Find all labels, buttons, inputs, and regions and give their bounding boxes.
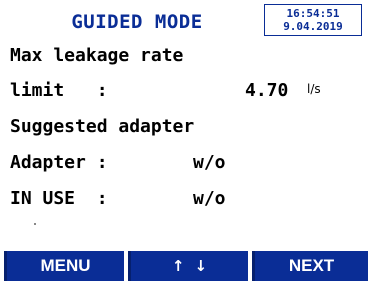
menu-softkey[interactable]: MENU [4,251,124,281]
next-softkey-label: NEXT [288,256,335,275]
in-use-label: IN USE : [10,188,108,209]
clock-date: 9.04.2019 [283,20,343,33]
arrow-up-icon: ↑ [171,257,185,275]
mode-title: GUIDED MODE [71,11,203,33]
limit-label: limit : [10,80,108,101]
next-softkey[interactable]: NEXT [252,251,368,281]
limit-unit: l/s [307,82,321,96]
adapter-label: Adapter : [10,152,108,173]
adapter-value: w/o [193,152,226,173]
menu-softkey-label: MENU [40,256,91,275]
clock-time: 16:54:51 [286,7,340,20]
heading-suggested-adapter: Suggested adapter [10,116,195,137]
screen-dot [34,223,36,225]
device-screen: GUIDED MODE 16:54:51 9.04.2019 Max leaka… [0,0,368,281]
up-down-softkey[interactable]: ↑ ↓ [128,251,248,281]
softkey-bar: MENU ↑ ↓ NEXT [0,251,368,281]
heading-max-leakage-rate: Max leakage rate [10,45,184,66]
clock-display: 16:54:51 9.04.2019 [264,4,362,36]
in-use-value: w/o [193,188,226,209]
arrow-down-icon: ↓ [194,257,208,275]
limit-value: 4.70 [245,80,289,101]
